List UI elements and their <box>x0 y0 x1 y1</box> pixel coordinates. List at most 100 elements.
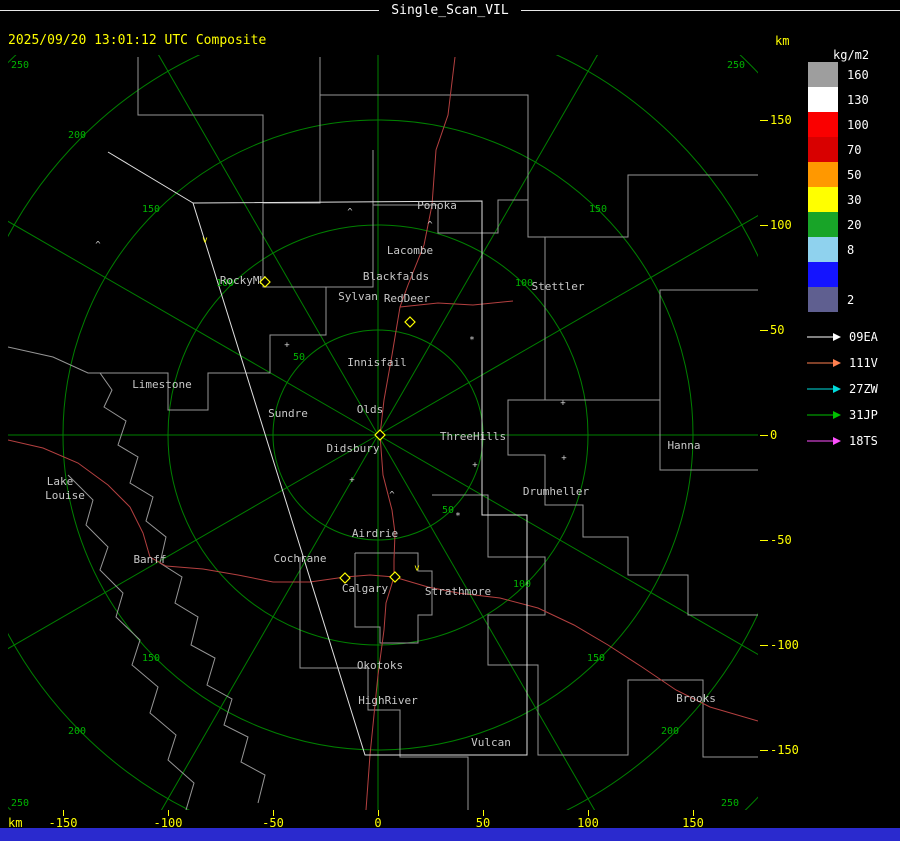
colorbar-swatch <box>808 112 838 137</box>
site-arrow-icon <box>807 437 841 445</box>
colorbar-entry: 8 <box>808 237 881 262</box>
site-arrow-icon <box>807 359 841 367</box>
colorbar-value: 70 <box>847 142 862 157</box>
town-marker: + <box>472 461 478 471</box>
colorbar-swatch <box>808 87 838 112</box>
range-ring-label: 200 <box>68 726 86 737</box>
range-ring-label: 150 <box>142 653 160 664</box>
city-label: Blackfalds <box>363 270 429 283</box>
town-marker: + <box>349 476 355 486</box>
radar-window: Single_Scan_VIL 2025/09/20 13:01:12 UTC … <box>0 0 900 841</box>
radar-map-display[interactable]: 5010015020025010015025050100150200250150… <box>8 55 758 810</box>
colorbar-value: 160 <box>847 67 869 82</box>
town-marker: v <box>202 236 207 246</box>
county-boundary <box>528 174 758 238</box>
colorbar-entry: 2 <box>808 287 881 312</box>
right-axis-value: 150 <box>770 113 792 127</box>
colorbar-unit-label: kg/m2 <box>833 48 870 62</box>
colorbar-swatch <box>808 262 838 287</box>
highway-line <box>8 439 395 583</box>
city-label: Banff <box>133 553 166 566</box>
colorbar-swatch <box>808 237 838 262</box>
right-axis-tick <box>760 434 768 436</box>
town-marker: ^ <box>95 241 101 251</box>
right-axis-value: -100 <box>770 638 799 652</box>
right-axis-tick <box>760 644 768 646</box>
colorbar-value: 30 <box>847 192 862 207</box>
range-ring-label: 250 <box>11 798 29 809</box>
town-marker: ^ <box>389 491 395 501</box>
city-label: Sundre <box>268 407 308 420</box>
site-id-label: 09EA <box>849 330 878 344</box>
range-ring-label: 200 <box>661 726 679 737</box>
county-boundary <box>67 474 195 810</box>
colorbar-entry: 50 <box>808 162 881 187</box>
window-titlebar[interactable]: Single_Scan_VIL <box>0 0 900 20</box>
right-axis-tick <box>760 329 768 331</box>
range-ring-label: 150 <box>589 204 607 215</box>
window-title: Single_Scan_VIL <box>391 2 509 18</box>
city-label: Calgary <box>342 582 389 595</box>
colorbar-swatch <box>808 287 838 312</box>
site-id-label: 18TS <box>849 434 878 448</box>
city-label: Olds <box>357 403 384 416</box>
colorbar-value: 2 <box>847 292 855 307</box>
colorbar-value: 50 <box>847 167 862 182</box>
range-ring-label: 200 <box>68 130 86 141</box>
right-axis-tick <box>760 119 768 121</box>
colorbar-entry: 70 <box>808 137 881 162</box>
site-legend-item: 09EA <box>806 324 878 350</box>
radar-site-marker <box>404 316 416 328</box>
city-label: Drumheller <box>523 485 590 498</box>
azimuth-spoke <box>377 215 758 436</box>
city-label: Brooks <box>676 692 716 705</box>
site-legend-item: 18TS <box>806 428 878 454</box>
site-id-label: 31JP <box>849 408 878 422</box>
right-axis-tick <box>760 224 768 226</box>
site-legend-item: 111V <box>806 350 878 376</box>
azimuth-spoke <box>8 220 379 436</box>
colorbar-scale: 160 130 100 70 50 30 20 8 2 <box>808 62 881 312</box>
site-id-label: 27ZW <box>849 382 878 396</box>
town-marker: * <box>455 512 460 522</box>
range-ring-label: 100 <box>513 579 531 590</box>
colorbar-swatch <box>808 137 838 162</box>
city-label: Innisfail <box>347 356 407 369</box>
city-label: Stettler <box>532 280 585 293</box>
colorbar-entry: 100 <box>808 112 881 137</box>
right-axis-value: 100 <box>770 218 792 232</box>
range-ring-label: 250 <box>11 60 29 71</box>
colorbar-entry: 130 <box>808 87 881 112</box>
range-ring-label: 100 <box>515 278 533 289</box>
right-axis-value: 50 <box>770 323 785 337</box>
city-label: Ponoka <box>417 199 457 212</box>
city-label: Limestone <box>132 378 192 391</box>
colorbar-swatch <box>808 212 838 237</box>
azimuth-spoke <box>377 434 596 810</box>
site-legend-item: 27ZW <box>806 376 878 402</box>
site-arrow-icon <box>807 411 841 419</box>
city-label: Lacombe <box>387 244 433 257</box>
city-label: Sylvan <box>338 290 378 303</box>
town-marker: + <box>561 454 567 464</box>
right-axis-value: -150 <box>770 743 799 757</box>
town-marker: + <box>560 399 566 409</box>
city-label: ThreeHills <box>440 430 506 443</box>
titlebar-rule-right <box>520 9 900 11</box>
site-arrow-icon <box>807 333 841 341</box>
city-label: Airdrie <box>352 527 398 540</box>
city-label: Okotoks <box>357 659 403 672</box>
city-label: Strathmore <box>425 585 491 598</box>
titlebar-rule-left <box>0 9 380 11</box>
town-marker: ^ <box>347 208 353 218</box>
county-boundary <box>659 289 758 400</box>
city-label: Vulcan <box>471 736 511 749</box>
right-axis-tick <box>760 539 768 541</box>
colorbar-value: 8 <box>847 242 855 257</box>
city-label: Didsbury <box>327 442 380 455</box>
colorbar-swatch <box>808 187 838 212</box>
colorbar-swatch <box>808 162 838 187</box>
scan-timestamp: 2025/09/20 13:01:12 UTC Composite <box>8 33 267 48</box>
site-id-label: 111V <box>849 356 878 370</box>
radar-site-marker <box>389 571 401 583</box>
